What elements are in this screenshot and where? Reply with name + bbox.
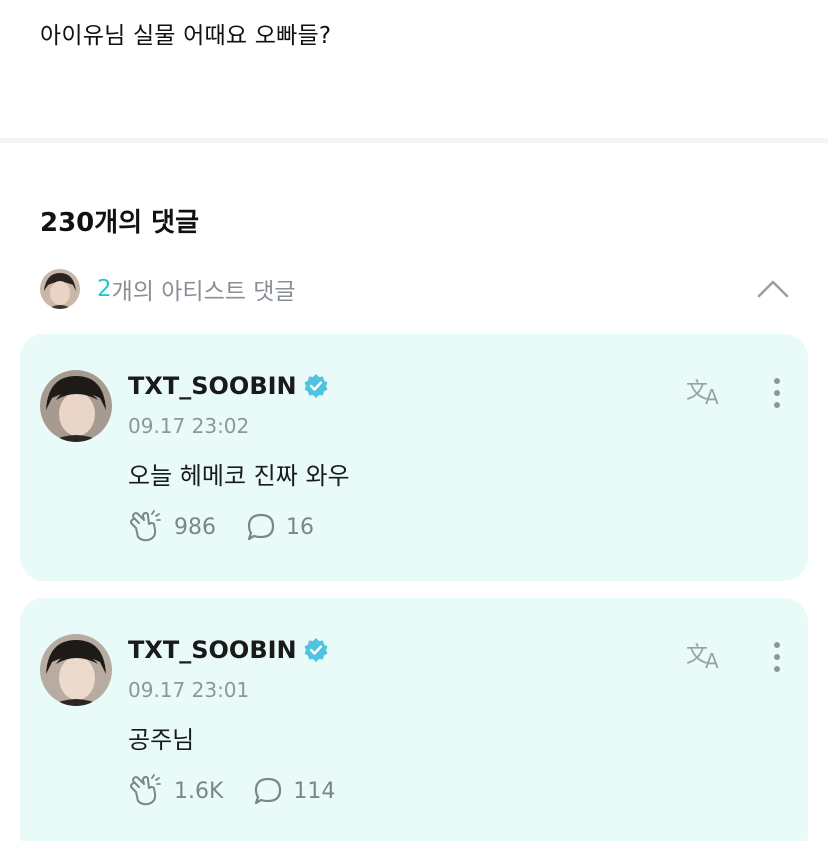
- comment-actions: 1.6K 114: [128, 774, 365, 808]
- comments-count-title: 230개의 댓글: [40, 208, 200, 238]
- translate-icon[interactable]: 文 A: [686, 638, 726, 672]
- comment-timestamp: 09.17 23:02: [128, 414, 250, 438]
- artist-comments-count: 2: [97, 276, 112, 302]
- artist-comments-label: 개의 아티스트 댓글: [111, 279, 296, 305]
- svg-text:A: A: [705, 649, 719, 672]
- speech-bubble-icon[interactable]: [246, 512, 276, 542]
- artist-comments-toggle[interactable]: 2 개의 아티스트 댓글: [40, 268, 800, 310]
- speech-bubble-icon[interactable]: [253, 776, 283, 806]
- more-vertical-icon[interactable]: [772, 640, 782, 674]
- verified-badge-icon: [304, 374, 328, 398]
- reply-count: 16: [286, 514, 314, 540]
- artist-mini-avatar: [40, 269, 80, 309]
- comment-text: 공주님: [128, 726, 195, 754]
- comment-timestamp: 09.17 23:01: [128, 678, 250, 702]
- username-text: TXT_SOOBIN: [128, 372, 297, 400]
- post-text: 아이유님 실물 어때요 오빠들?: [40, 23, 332, 49]
- section-divider: [0, 138, 828, 143]
- comment-username[interactable]: TXT_SOOBIN: [128, 372, 329, 400]
- comment-card: TXT_SOOBIN 09.17 23:01 공주님 1.6K 114 文 A: [20, 598, 808, 841]
- comment-actions: 986 16: [128, 510, 344, 544]
- verified-badge-icon: [304, 638, 328, 662]
- reply-count: 114: [293, 778, 336, 804]
- comment-card: TXT_SOOBIN 09.17 23:02 오늘 헤메코 진짜 와우 986 …: [20, 334, 808, 581]
- hand-clap-like-icon[interactable]: [128, 774, 162, 808]
- hand-clap-like-icon[interactable]: [128, 510, 162, 544]
- avatar[interactable]: [40, 634, 112, 706]
- comment-username[interactable]: TXT_SOOBIN: [128, 636, 329, 664]
- comment-text: 오늘 헤메코 진짜 와우: [128, 462, 350, 490]
- like-count: 1.6K: [174, 778, 224, 804]
- avatar[interactable]: [40, 370, 112, 442]
- translate-icon[interactable]: 文 A: [686, 374, 726, 408]
- like-count: 986: [174, 514, 216, 540]
- svg-text:A: A: [705, 385, 719, 408]
- chevron-up-icon[interactable]: [756, 276, 790, 300]
- username-text: TXT_SOOBIN: [128, 636, 297, 664]
- more-vertical-icon[interactable]: [772, 376, 782, 410]
